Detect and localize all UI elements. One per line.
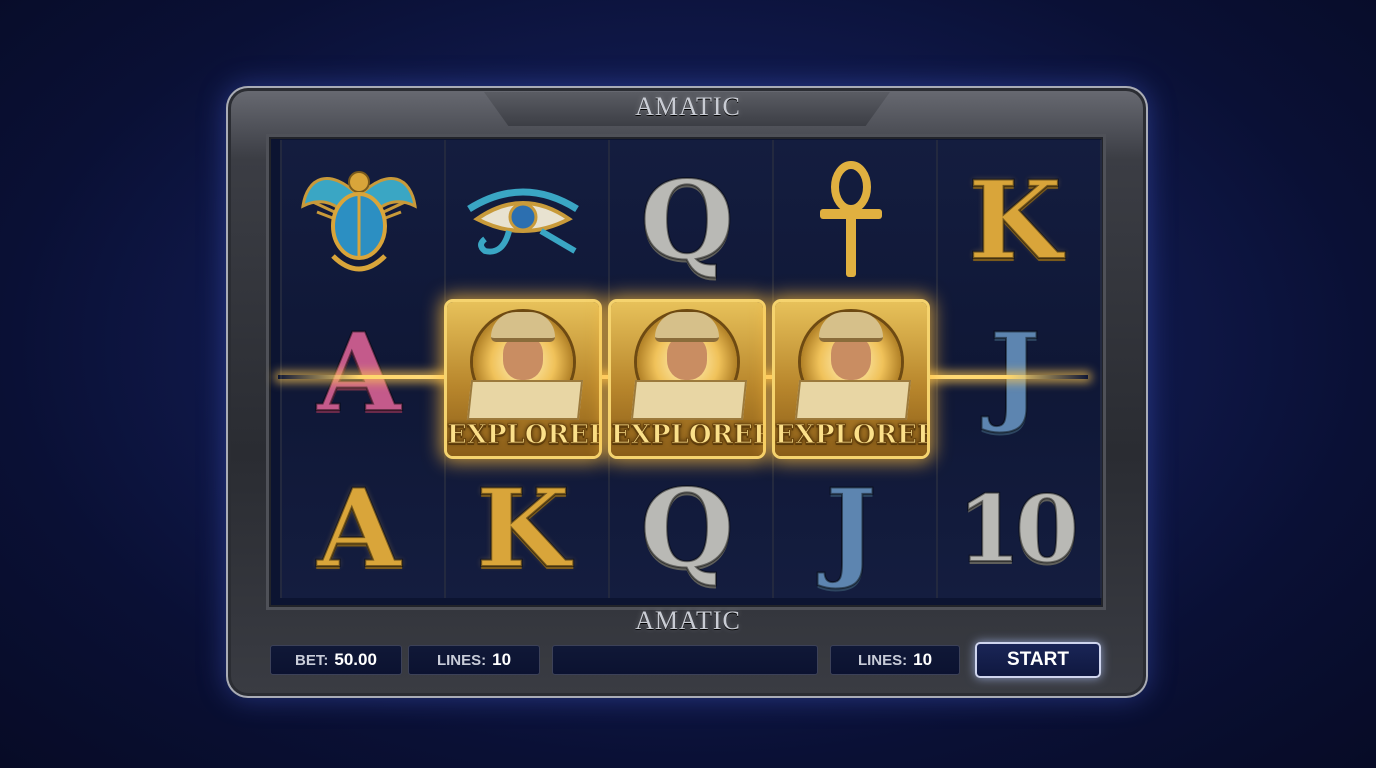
lines-value: 10 <box>492 650 512 669</box>
lines-label: LINES: <box>857 651 908 669</box>
explorer-label: EXPLORER <box>775 420 927 451</box>
ankh-icon <box>776 148 926 294</box>
explorer-hat-icon <box>655 312 719 342</box>
symbol-q-stone: Q <box>639 158 735 284</box>
symbol-k-gold: K <box>475 466 571 592</box>
eye-of-horus-icon <box>448 148 598 294</box>
explorer-hat-icon <box>819 312 883 342</box>
symbol-a-pink: A <box>316 310 402 436</box>
message-display <box>552 645 818 675</box>
symbol-a-gold: A <box>316 466 402 592</box>
explorer-face <box>831 336 871 380</box>
scarab-icon <box>284 148 434 294</box>
symbol-10-stone: 10 <box>956 475 1080 583</box>
explorer-map-icon <box>466 380 584 420</box>
lines-value: 10 <box>913 650 933 669</box>
explorer-map-icon <box>794 380 912 420</box>
symbol-q-stone: Q <box>639 466 735 592</box>
lines-display-right[interactable]: LINES: 10 <box>830 645 960 675</box>
explorer-face <box>503 336 543 380</box>
bet-value: 50.00 <box>334 650 377 669</box>
explorer-label: EXPLORER <box>611 420 763 451</box>
explorer-symbol: EXPLORER <box>447 302 599 456</box>
explorer-hat-icon <box>491 312 555 342</box>
start-button[interactable]: START <box>975 642 1101 678</box>
explorer-face <box>667 336 707 380</box>
bet-display[interactable]: BET: 50.00 <box>270 645 402 675</box>
symbol-j-blue: J <box>988 310 1041 436</box>
symbol-k-gold: K <box>967 158 1063 284</box>
brand-title-bottom: AMATIC <box>635 606 741 635</box>
explorer-symbol: EXPLORER <box>611 302 763 456</box>
explorer-map-icon <box>630 380 748 420</box>
explorer-symbol: EXPLORER <box>775 302 927 456</box>
explorer-label: EXPLORER <box>447 420 599 451</box>
lines-display-left[interactable]: LINES: 10 <box>408 645 540 675</box>
lines-label: LINES: <box>436 651 487 669</box>
symbol-j-blue: J <box>824 466 877 592</box>
bet-label: BET: <box>295 651 329 669</box>
brand-title-top: AMATIC <box>635 92 741 121</box>
